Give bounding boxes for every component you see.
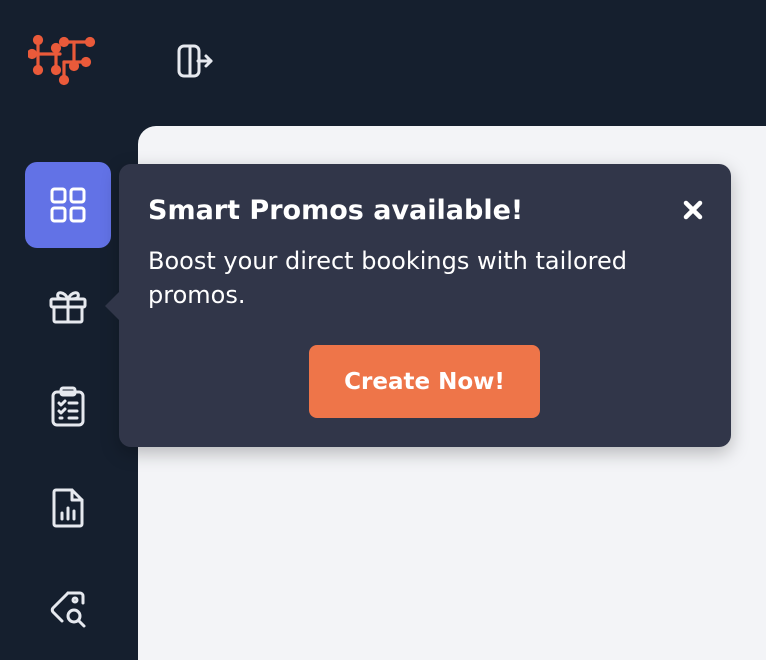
dashboard-grid-icon xyxy=(50,187,86,223)
brand-logo[interactable] xyxy=(26,32,100,88)
tooltip-arrow xyxy=(105,292,119,320)
create-now-button[interactable]: Create Now! xyxy=(309,345,540,418)
sidebar-item-rate-search[interactable] xyxy=(25,566,111,652)
close-icon xyxy=(683,200,703,220)
tooltip-body: Boost your direct bookings with tailored… xyxy=(148,247,627,309)
report-chart-icon xyxy=(52,488,84,528)
clipboard-checklist-icon xyxy=(51,386,85,427)
gift-icon xyxy=(49,291,87,324)
smart-promos-tooltip: Smart Promos available! Boost your direc… xyxy=(105,164,731,447)
sidebar-item-dashboard[interactable] xyxy=(25,162,111,248)
tag-search-icon xyxy=(50,591,86,628)
logout-button[interactable] xyxy=(170,38,220,84)
sidebar-item-tasks[interactable] xyxy=(25,364,111,450)
sidebar-item-reports[interactable] xyxy=(25,465,111,551)
logout-icon xyxy=(177,44,213,78)
logo-icon xyxy=(26,34,96,86)
app-shell: Smart Promos available! Boost your direc… xyxy=(0,0,766,660)
sidebar-item-promos[interactable] xyxy=(25,263,111,349)
close-button[interactable] xyxy=(681,198,705,222)
tooltip-title: Smart Promos available! xyxy=(148,195,524,226)
